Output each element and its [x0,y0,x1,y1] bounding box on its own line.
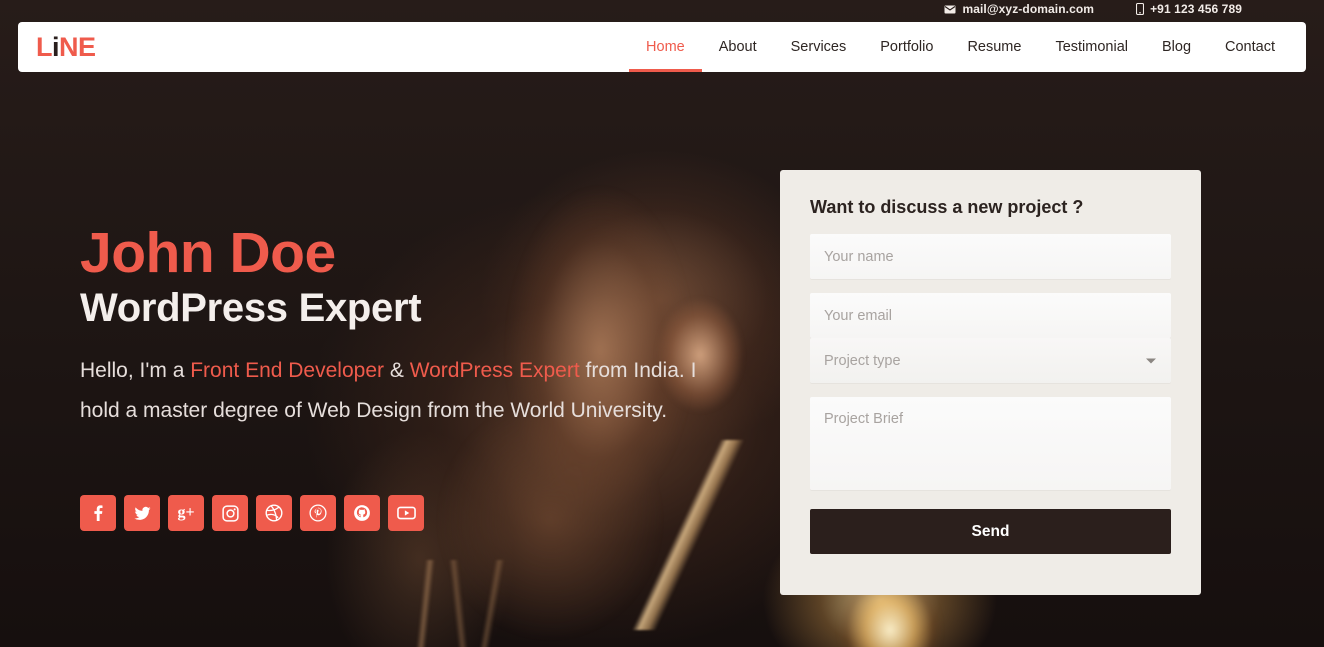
logo-part-3: NE [59,31,96,62]
site-logo[interactable]: LiNE [36,31,96,62]
envelope-icon [944,5,956,14]
mobile-phone-icon [1136,3,1145,15]
nav-item-contact[interactable]: Contact [1208,22,1292,72]
social-link-google-plus[interactable]: g+ [168,495,204,531]
twitter-icon [133,504,152,523]
hero-desc-part-1: Hello, I'm a [80,359,191,383]
social-link-pinterest[interactable] [300,495,336,531]
send-button[interactable]: Send [810,509,1171,554]
social-link-github[interactable] [344,495,380,531]
social-links: g+ [80,495,424,531]
hero-name: John Doe [80,221,336,285]
nav-item-home[interactable]: Home [629,22,702,72]
hero-role: WordPress Expert [80,286,422,331]
email-input[interactable] [810,293,1171,338]
social-link-twitter[interactable] [124,495,160,531]
logo-part-2: i [52,31,60,62]
hero-text-block: John Doe WordPress Expert Hello, I'm a F… [80,221,700,430]
hero-desc-part-2: & [384,359,410,383]
instagram-icon [221,504,239,522]
nav-item-resume[interactable]: Resume [950,22,1038,72]
google-plus-icon: g+ [177,504,195,521]
nav-item-testimonial[interactable]: Testimonial [1038,22,1145,72]
project-type-select[interactable] [810,338,1171,383]
hero-desc-highlight-1: Front End Developer [190,359,384,383]
nav-item-services[interactable]: Services [774,22,864,72]
main-navigation: Home About Services Portfolio Resume Tes… [629,22,1292,72]
hero-description: Hello, I'm a Front End Developer & WordP… [80,351,700,430]
social-link-dribbble[interactable] [256,495,292,531]
social-link-youtube[interactable] [388,495,424,531]
page-root: mail@xyz-domain.com +91 123 456 789 LiNE… [0,0,1324,647]
contact-form-title: Want to discuss a new project ? [810,197,1084,217]
site-header: LiNE Home About Services Portfolio Resum… [18,22,1306,72]
topbar-phone-text: +91 123 456 789 [1150,2,1242,16]
topbar-email[interactable]: mail@xyz-domain.com [944,2,1094,16]
github-icon [353,504,371,522]
social-link-instagram[interactable] [212,495,248,531]
topbar-phone[interactable]: +91 123 456 789 [1136,2,1242,16]
contact-form-card: Want to discuss a new project ? Send [780,170,1201,595]
project-brief-textarea[interactable] [810,397,1171,490]
nav-item-blog[interactable]: Blog [1145,22,1208,72]
pinterest-icon [309,504,327,522]
dribbble-icon [265,504,283,522]
nav-item-portfolio[interactable]: Portfolio [863,22,950,72]
hero-desc-highlight-2: WordPress Expert [409,359,580,383]
logo-part-1: L [36,31,53,62]
social-link-facebook[interactable] [80,495,116,531]
facebook-icon [89,504,107,522]
nav-item-about[interactable]: About [702,22,774,72]
youtube-icon [396,505,416,521]
top-contact-bar: mail@xyz-domain.com +91 123 456 789 [0,0,1324,18]
name-input[interactable] [810,234,1171,279]
topbar-email-text: mail@xyz-domain.com [962,2,1095,16]
project-type-select-wrapper [810,338,1171,383]
background-strands-detail [300,560,620,647]
